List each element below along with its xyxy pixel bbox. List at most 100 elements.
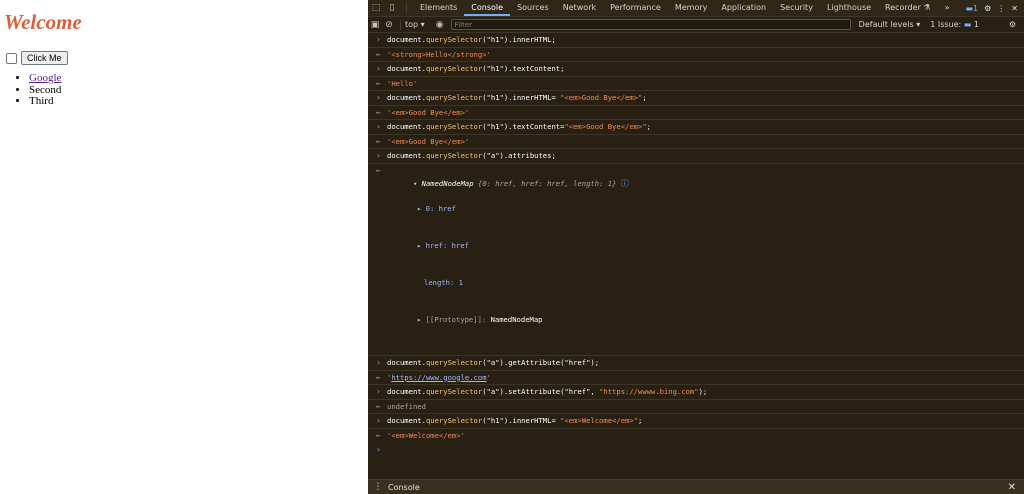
result-arrow-icon: ← <box>376 372 381 382</box>
code-string: "<em>Welcome</em>" <box>560 416 638 425</box>
code-end: ); <box>698 387 708 396</box>
tab-security[interactable]: Security <box>773 0 820 16</box>
console-input-line[interactable]: › document.querySelector("a").setAttribut… <box>368 385 1024 400</box>
devtools-panel: ⬚ ▯ Elements Console Sources Network Per… <box>368 0 1024 494</box>
issues-counter-count: 1 <box>973 20 979 29</box>
drawer-menu-icon[interactable]: ⋮ <box>368 482 388 492</box>
result-value: '<em>Good Bye</em>' <box>387 107 470 117</box>
close-devtools-icon[interactable]: ✕ <box>1011 4 1018 13</box>
input-chevron-icon: › <box>376 122 381 131</box>
console-prompt[interactable]: › <box>368 442 1024 456</box>
code-function: querySelector <box>425 358 483 367</box>
tab-recorder-label: Recorder <box>885 3 921 12</box>
log-levels-label: Default levels <box>858 20 914 29</box>
kebab-menu-icon[interactable]: ⋮ <box>997 4 1005 13</box>
tab-memory[interactable]: Memory <box>668 0 715 16</box>
code-object: document. <box>387 151 426 160</box>
log-levels-select[interactable]: Default levels ▾ <box>859 20 921 29</box>
console-result-line: ← '<em>Welcome</em>' <box>368 429 1024 443</box>
console-input-line[interactable]: › document.querySelector("a").attributes; <box>368 149 1024 164</box>
tab-network[interactable]: Network <box>556 0 603 16</box>
tab-sources[interactable]: Sources <box>510 0 556 16</box>
result-arrow-icon: ← <box>376 430 381 440</box>
list-item[interactable]: Google <box>29 72 61 85</box>
code-function: querySelector <box>425 35 483 44</box>
tab-console[interactable]: Console <box>464 0 511 16</box>
input-chevron-icon: › <box>376 416 381 425</box>
object-type: NamedNodeMap <box>421 179 474 188</box>
code-function: querySelector <box>425 122 483 131</box>
console-input-line[interactable]: › document.querySelector("a").getAttribut… <box>368 356 1024 371</box>
code-object: document. <box>387 358 426 367</box>
result-value: '<em>Good Bye</em>' <box>387 136 470 146</box>
result-arrow-icon: ← <box>376 49 381 59</box>
console-filter-input[interactable]: Filter <box>450 19 851 30</box>
code-object: document. <box>387 387 426 396</box>
close-drawer-icon[interactable]: ✕ <box>1008 482 1024 493</box>
result-arrow-icon: ← <box>376 107 381 117</box>
property-text: 0: href <box>425 204 456 213</box>
result-arrow-icon: ← <box>376 401 381 411</box>
tab-performance[interactable]: Performance <box>603 0 668 16</box>
click-me-button[interactable]: Click Me <box>21 51 68 65</box>
expand-triangle-icon[interactable]: ▾ <box>413 179 422 188</box>
divider <box>400 19 401 30</box>
console-input-line[interactable]: › document.querySelector("h1").textConten… <box>368 120 1024 135</box>
result-value: undefined <box>387 401 426 411</box>
code-args: ("h1").textContent; <box>482 64 565 73</box>
clear-console-icon[interactable]: ⊘ <box>382 18 396 32</box>
issues-counter[interactable]: 1 Issue: ▬ 1 <box>930 20 979 29</box>
context-select[interactable]: top ▾ <box>405 20 425 29</box>
object-property[interactable]: ▸ href: href <box>387 241 1024 251</box>
console-output: › document.querySelector("h1").innerHTML;… <box>368 33 1024 456</box>
code-args: ("h1").innerHTML= <box>482 416 561 425</box>
tab-lighthouse[interactable]: Lighthouse <box>820 0 878 16</box>
device-toolbar-icon[interactable]: ▯ <box>384 0 400 16</box>
input-chevron-icon: › <box>376 151 381 160</box>
tab-recorder[interactable]: Recorder ⚗ <box>878 0 938 16</box>
drawer-tab-console[interactable]: Console <box>388 483 420 492</box>
issues-badge[interactable]: ▬1 <box>965 4 978 13</box>
code-args: ("h1").textContent= <box>482 122 565 131</box>
more-tabs-button[interactable]: » <box>938 0 957 16</box>
console-settings-gear-icon[interactable]: ⚙ <box>1009 20 1024 29</box>
object-prototype[interactable]: ▸ [[Prototype]]: NamedNodeMap <box>387 315 1024 325</box>
google-link[interactable]: Google <box>29 72 61 84</box>
context-select-value: top <box>405 20 419 29</box>
console-input-line[interactable]: › document.querySelector("h1").innerHTML; <box>368 33 1024 48</box>
checkbox[interactable] <box>6 52 17 64</box>
sidebar-toggle-icon[interactable]: ▣ <box>368 18 382 32</box>
input-chevron-icon: › <box>376 64 381 73</box>
prototype-value: NamedNodeMap <box>490 315 543 324</box>
result-link[interactable]: https://www.google.com <box>391 373 486 382</box>
page-heading: Welcome <box>4 10 82 34</box>
tabbar-right: ▬1 ⚙ ⋮ ✕ <box>965 4 1024 13</box>
code-string: "https://wwww.bing.com" <box>599 387 699 396</box>
object-preview: {0: href, href: href, length: 1} <box>477 179 617 188</box>
result-value: '<em>Welcome</em>' <box>387 430 465 440</box>
object-property: length: 1 <box>387 278 1024 288</box>
console-input-line[interactable]: › document.querySelector("h1").innerHTML=… <box>368 414 1024 429</box>
inspect-element-icon[interactable]: ⬚ <box>368 0 384 16</box>
tab-application[interactable]: Application <box>714 0 773 16</box>
console-result-line: ← '<strong>Hello</strong>' <box>368 48 1024 62</box>
flask-icon: ⚗ <box>923 3 931 12</box>
prototype-key: [[Prototype]]: <box>425 315 491 324</box>
console-input-line[interactable]: › document.querySelector("h1").innerHTML=… <box>368 91 1024 106</box>
collapsed-triangle-icon: ▸ <box>417 241 426 250</box>
console-input-line[interactable]: › document.querySelector("h1").textConten… <box>368 62 1024 77</box>
live-expression-eye-icon[interactable]: ◉ <box>433 18 447 32</box>
tab-elements[interactable]: Elements <box>413 0 464 16</box>
prompt-chevron-icon: › <box>376 445 381 454</box>
code-args: ("h1").innerHTML; <box>482 35 556 44</box>
code-args: ("h1").innerHTML= <box>482 93 561 102</box>
result-value: '<strong>Hello</strong>' <box>387 49 491 59</box>
property-text: href: href <box>425 241 469 250</box>
settings-gear-icon[interactable]: ⚙ <box>984 4 991 13</box>
result-arrow-icon: ← <box>376 136 381 146</box>
code-function: querySelector <box>425 387 483 396</box>
console-result-line: ← '<em>Good Bye</em>' <box>368 106 1024 120</box>
object-property[interactable]: ▸ 0: href <box>387 204 1024 214</box>
info-icon[interactable]: ⓘ <box>621 179 629 188</box>
quote: ' <box>486 372 491 382</box>
